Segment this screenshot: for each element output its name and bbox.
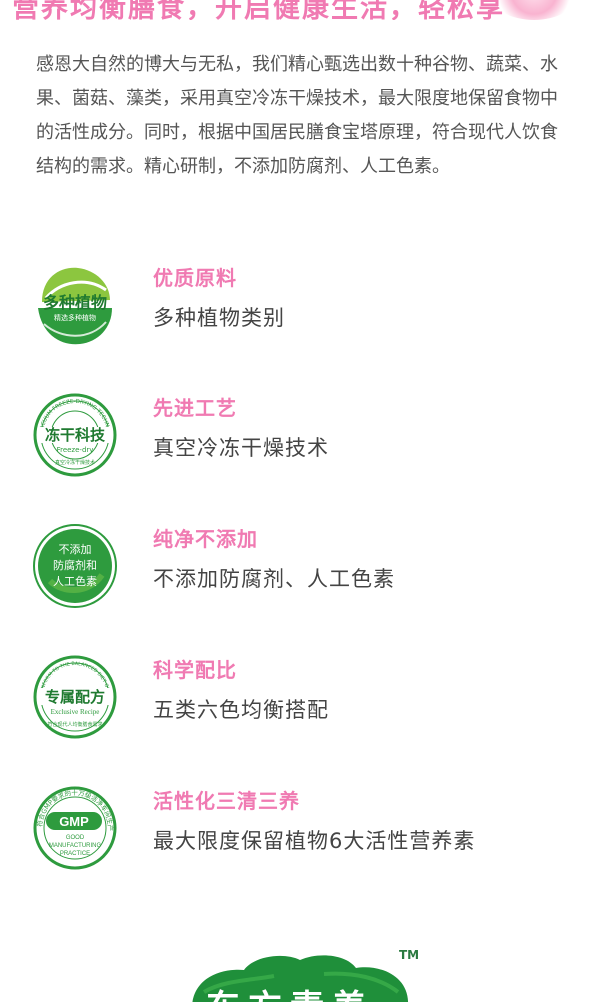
- feature-description: 多种植物类别: [153, 306, 285, 330]
- leaf-badge-main-text: 多种植物: [43, 293, 107, 312]
- freeze-dry-seal-icon: VACUUM FREEZE-DRYING TECHNOLOGY 冻干科技 Fre…: [32, 392, 118, 478]
- feature-description: 不添加防腐剂、人工色素: [153, 567, 395, 591]
- gmp-sub-text-2: MANUFACTURING: [49, 843, 102, 849]
- gmp-sub-text-3: PRACTICE: [60, 851, 90, 857]
- feature-title: 优质原料: [153, 266, 237, 290]
- feature-title: 纯净不添加: [153, 527, 258, 551]
- feature-advanced-process: VACUUM FREEZE-DRYING TECHNOLOGY 冻干科技 Fre…: [0, 392, 594, 502]
- trademark-symbol: TM: [399, 948, 420, 962]
- feature-description: 真空冷冻干燥技术: [153, 436, 329, 460]
- feature-pure-no-additive: 不添加 防腐剂和 人工色素 纯净不添加 不添加防腐剂、人工色素: [0, 523, 594, 633]
- feature-scientific-ratio: CONFORM TO THE BALANCED DIET OF MODERN P…: [0, 654, 594, 764]
- no-additive-line1: 不添加: [59, 542, 92, 556]
- freeze-dry-bottom-text: 真空冷冻干燥技术: [55, 459, 95, 466]
- feature-title: 科学配比: [153, 658, 237, 682]
- no-additive-line2: 防腐剂和: [53, 558, 97, 572]
- top-banner-text: 营养均衡膳食，开启健康生活，轻松享: [12, 0, 505, 20]
- freeze-dry-main-text: 冻干科技: [45, 426, 106, 444]
- bottom-brand-area: TM 东方素养: [0, 930, 594, 1002]
- exclusive-recipe-main-text: 专属配方: [45, 688, 105, 706]
- no-additive-badge-icon: 不添加 防腐剂和 人工色素: [32, 523, 118, 609]
- leaf-badge-icon: 多种植物 精选多种植物: [32, 262, 118, 348]
- leaf-badge-sub-text: 精选多种植物: [54, 313, 96, 322]
- exclusive-recipe-bottom-text: 符合现代人均衡膳食需求: [47, 721, 102, 728]
- gmp-seal-icon: 符合GMP要求的十万级洁净车间生产 GMP GOOD MANUFACTURING…: [32, 785, 118, 871]
- feature-quality-materials: 多种植物 精选多种植物 优质原料 多种植物类别: [0, 262, 594, 372]
- exclusive-recipe-seal-icon: CONFORM TO THE BALANCED DIET OF MODERN P…: [32, 654, 118, 740]
- no-additive-line3: 人工色素: [53, 574, 97, 588]
- freeze-dry-sub-text: Freeze-dry: [57, 446, 94, 454]
- feature-description: 五类六色均衡搭配: [153, 698, 329, 722]
- brand-logo-text: 东方素养: [206, 980, 374, 1002]
- intro-paragraph: 感恩大自然的博大与无私，我们精心甄选出数十种谷物、蔬菜、水果、菌菇、藻类，采用真…: [36, 54, 558, 177]
- feature-description: 最大限度保留植物6大活性营养素: [153, 829, 476, 853]
- feature-title: 先进工艺: [153, 396, 237, 420]
- top-banner: 营养均衡膳食，开启健康生活，轻松享: [0, 0, 594, 20]
- gmp-main-text: GMP: [59, 814, 89, 829]
- feature-active-nutrients: 符合GMP要求的十万级洁净车间生产 GMP GOOD MANUFACTURING…: [0, 785, 594, 895]
- gmp-sub-text-1: GOOD: [66, 835, 85, 841]
- exclusive-recipe-sub-text: Exclusive Recipe: [51, 708, 100, 716]
- feature-title: 活性化三清三养: [153, 789, 300, 813]
